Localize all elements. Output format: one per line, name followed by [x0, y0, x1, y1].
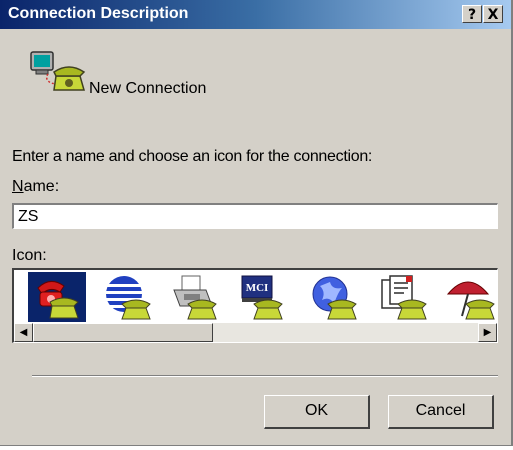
fax-machine-icon[interactable]: [166, 272, 224, 322]
connection-heading: New Connection: [89, 80, 207, 97]
icon-label: Icon:: [12, 247, 47, 264]
scroll-thumb[interactable]: [33, 323, 213, 342]
ok-button[interactable]: OK: [264, 395, 370, 429]
window-title: Connection Description: [8, 5, 189, 22]
separator: [32, 375, 498, 377]
title-bar[interactable]: Connection Description ? X: [0, 0, 511, 29]
close-button[interactable]: X: [483, 5, 503, 23]
name-label-mnemonic: N: [12, 178, 24, 195]
scroll-left-button[interactable]: ◀: [14, 323, 33, 342]
globe-icon[interactable]: [98, 272, 156, 322]
mci-icon[interactable]: MCI: [232, 272, 290, 322]
documents-icon[interactable]: [374, 272, 432, 322]
name-label: Name:: [12, 178, 59, 196]
mci-logo-text: MCI: [246, 282, 269, 294]
connection-description-dialog: Connection Description ? X New Connectio…: [0, 0, 513, 446]
scroll-right-button[interactable]: ▶: [478, 323, 497, 342]
new-connection-icon: [28, 48, 88, 100]
instructions-text: Enter a name and choose an icon for the …: [12, 148, 373, 165]
name-input[interactable]: [12, 203, 498, 229]
cancel-button[interactable]: Cancel: [388, 395, 494, 429]
blue-world-icon[interactable]: [304, 272, 362, 322]
icon-list[interactable]: MCI ◀ ▶: [12, 268, 498, 343]
horizontal-scrollbar[interactable]: ◀ ▶: [14, 323, 497, 342]
red-telephone-icon[interactable]: [28, 272, 86, 322]
help-button[interactable]: ?: [462, 5, 482, 23]
name-label-rest: ame:: [23, 178, 60, 195]
umbrella-icon[interactable]: [442, 272, 497, 322]
